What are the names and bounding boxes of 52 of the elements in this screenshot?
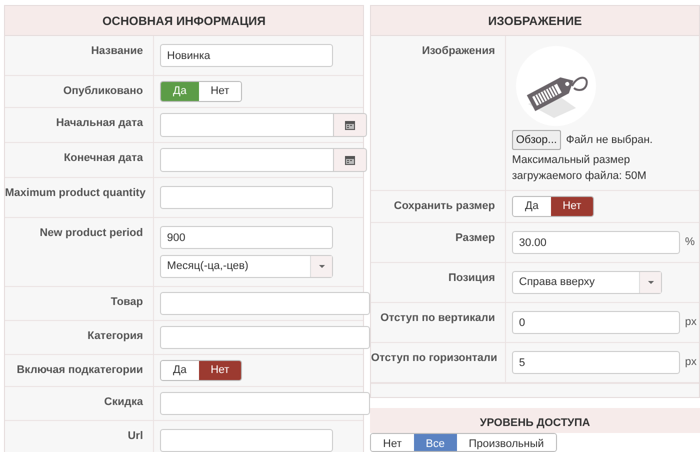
- input-field[interactable]: [160, 392, 370, 415]
- toggle-option[interactable]: Нет: [550, 197, 594, 216]
- input-field[interactable]: Новинка: [160, 44, 333, 67]
- toggle-option[interactable]: Нет: [198, 361, 242, 380]
- calendar-button[interactable]: [334, 113, 367, 137]
- field-label: Категория: [87, 330, 143, 342]
- field-label: Товар: [110, 296, 143, 308]
- input-field[interactable]: [160, 113, 334, 137]
- field-label: Название: [91, 45, 143, 57]
- input-field[interactable]: [160, 326, 370, 349]
- field-label: Размер: [455, 232, 495, 244]
- input-field[interactable]: 30.00: [512, 231, 680, 254]
- caret-icon: [648, 281, 654, 284]
- panel-header: ОСНОВНАЯ ИНФОРМАЦИЯ: [5, 6, 363, 36]
- field-label: Позиция: [448, 272, 495, 284]
- input-field[interactable]: 5: [512, 351, 680, 374]
- field-label: Начальная дата: [56, 117, 143, 129]
- upload-note: Максимальный размер загружаемого файла: 50M: [512, 153, 648, 184]
- field-label: New product period: [40, 227, 143, 239]
- unit-label: px: [685, 315, 697, 330]
- field-label: Url: [128, 430, 143, 442]
- toggle-option[interactable]: Да: [513, 197, 551, 216]
- select-field[interactable]: Справа вверху: [512, 271, 662, 294]
- unit-label: px: [685, 355, 697, 370]
- field-label: Изображения: [422, 45, 495, 57]
- input-field[interactable]: 900: [160, 226, 333, 249]
- field-label: Скидка: [104, 396, 143, 408]
- calendar-button[interactable]: [334, 148, 367, 172]
- input-field[interactable]: [160, 292, 370, 315]
- file-status: Файл не выбран.: [566, 132, 653, 148]
- calendar-icon: [345, 156, 355, 164]
- field-label: Сохранить размер: [394, 200, 495, 212]
- panel-header: ИЗОБРАЖЕНИЕ: [371, 6, 699, 36]
- field-label: Maximum product quantity: [5, 187, 146, 199]
- toggle-option[interactable]: Нет: [198, 82, 242, 101]
- calendar-icon: [345, 120, 355, 130]
- input-field[interactable]: 0: [512, 311, 680, 334]
- select-field[interactable]: Месяц(-ца,-цев): [160, 255, 333, 278]
- field-label: Конечная дата: [64, 152, 143, 164]
- caret-icon: [318, 265, 324, 268]
- input-field[interactable]: [160, 148, 334, 172]
- field-label: Отступ по вертикали: [380, 312, 495, 324]
- input-field[interactable]: [160, 186, 333, 209]
- field-label: Отступ по горизонтали: [371, 352, 498, 364]
- toggle-option[interactable]: Все: [414, 434, 457, 452]
- browse-button[interactable]: Обзор...: [512, 130, 561, 150]
- field-label: Опубликовано: [63, 85, 143, 97]
- unit-label: %: [685, 235, 695, 250]
- panel-header: УРОВЕНЬ ДОСТУПА: [370, 408, 700, 434]
- field-label: Включая подкатегории: [16, 364, 143, 376]
- toggle-option[interactable]: Да: [161, 361, 199, 380]
- input-field[interactable]: [160, 429, 333, 452]
